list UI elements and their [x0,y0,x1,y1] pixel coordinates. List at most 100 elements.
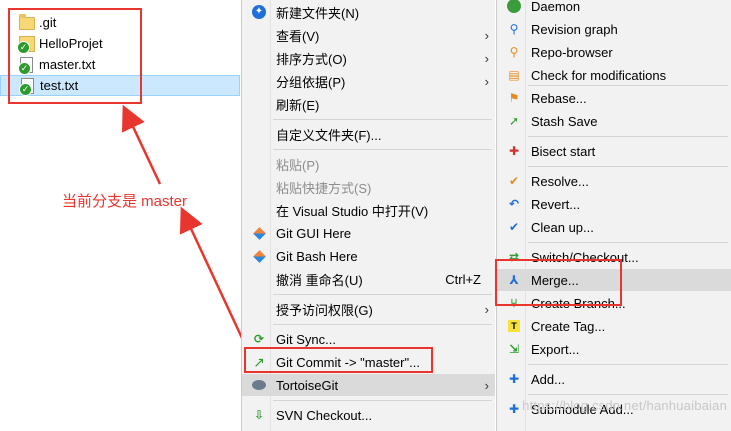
menu-label: Create Tag... [531,318,606,334]
menu-label: 新建文件夹(N) [276,5,360,21]
add-icon: ✚ [508,372,520,386]
menu-separator [273,324,492,325]
menu-label: Git GUI Here [276,225,352,241]
menu-label: Git Bash Here [276,248,358,264]
menu-shortcut: Ctrl+Z [445,271,481,287]
menu-separator [273,149,492,150]
submodule-icon: ✚ [508,402,520,416]
menu-label: 粘贴(P) [276,157,320,173]
menu-item-revision-graph[interactable]: ⚲ Revision graph [497,18,731,40]
git-icon [251,225,267,241]
menu-label: 粘贴快捷方式(S) [276,180,372,196]
menu-label: Clean up... [531,219,594,235]
chevron-right-icon: › [484,27,489,43]
menu-label: Rebase... [531,90,587,106]
menu-item-revert[interactable]: ↶ Revert... [497,193,731,215]
check-modifications-icon: ▤ [508,68,520,82]
chevron-right-icon: › [484,301,489,317]
sync-icon: ⟳ [253,332,265,346]
menu-item-grant-access[interactable]: 授予访问权限(G) › [242,298,495,320]
rebase-icon: ⚑ [508,91,520,105]
menu-item-refresh[interactable]: 刷新(E) [242,93,495,115]
menu-separator [273,119,492,120]
menu-label: Stash Save [531,113,598,129]
menu-label: Git Sync... [276,331,336,347]
stash-icon: ➚ [508,114,520,128]
tortoisegit-icon [251,377,267,393]
svn-checkout-icon: ⇩ [253,408,265,422]
menu-item-check-modifications[interactable]: ▤ Check for modifications [497,64,731,86]
menu-label: 查看(V) [276,28,320,44]
menu-item-git-gui[interactable]: Git GUI Here [242,222,495,244]
menu-item-clean-up[interactable]: ✔ Clean up... [497,216,731,238]
menu-label: 在 Visual Studio 中打开(V) [276,203,429,219]
menu-item-open-visual-studio[interactable]: 在 Visual Studio 中打开(V) [242,199,495,221]
menu-item-customize-folder[interactable]: 自定义文件夹(F)... [242,123,495,145]
menu-label: 授予访问权限(G) [276,302,373,318]
menu-item-git-bash[interactable]: Git Bash Here [242,245,495,267]
menu-label: Repo-browser [531,44,613,60]
git-icon [251,248,267,264]
menu-item-export[interactable]: ⇲ Export... [497,338,731,360]
menu-label: Resolve... [531,173,589,189]
menu-label: Daemon [531,0,581,14]
menu-label: 刷新(E) [276,97,320,113]
menu-item-bisect-start[interactable]: ✚ Bisect start [497,140,731,162]
watermark-text: https://blog.csdn.net/hanhuaibaian [522,398,727,413]
menu-label: 分组依据(P) [276,74,346,90]
menu-item-undo-rename[interactable]: 撤消 重命名(U) Ctrl+Z [242,268,495,290]
chevron-right-icon: › [484,50,489,66]
menu-label: 排序方式(O) [276,51,347,67]
menu-label: Bisect start [531,143,596,159]
menu-separator [528,166,728,167]
revert-icon: ↶ [508,197,520,211]
menu-item-stash-save[interactable]: ➚ Stash Save [497,110,731,132]
menu-label: Check for modifications [531,67,667,83]
menu-label: Export... [531,341,580,357]
menu-label: 自定义文件夹(F)... [276,127,382,143]
menu-item-paste: 粘贴(P) [242,153,495,175]
chevron-right-icon: › [484,73,489,89]
menu-separator [528,136,728,137]
menu-label: Revision graph [531,21,618,37]
menu-item-group[interactable]: 分组依据(P) › [242,70,495,92]
menu-separator [528,242,728,243]
repo-browser-icon: ⚲ [509,45,519,59]
menu-item-new-folder[interactable]: ✦ 新建文件夹(N) [242,1,495,23]
menu-item-tortoisegit[interactable]: TortoiseGit › [242,374,495,396]
cleanup-icon: ✔ [508,220,520,234]
menu-item-create-tag[interactable]: T Create Tag... [497,315,731,337]
menu-label: Revert... [531,196,581,212]
menu-label: TortoiseGit [276,377,339,393]
menu-label: SVN Checkout... [276,407,373,423]
menu-item-repo-browser[interactable]: ⚲ Repo-browser [497,41,731,63]
bisect-icon: ✚ [508,144,520,158]
tag-icon: T [506,318,522,334]
resolve-icon: ✔ [508,174,520,188]
files-highlight-box [8,8,142,104]
menu-item-paste-shortcut: 粘贴快捷方式(S) [242,176,495,198]
menu-label: Add... [531,371,565,387]
menu-separator [273,400,492,401]
annotation-text: 当前分支是 master [62,193,188,210]
menu-label: 撤消 重命名(U) [276,272,363,288]
menu-separator [528,85,728,86]
daemon-icon [506,0,522,14]
menu-item-view[interactable]: 查看(V) › [242,24,495,46]
tortoisegit-submenu: Daemon ⚲ Revision graph ⚲ Repo-browser ▤… [496,0,731,431]
menu-item-add[interactable]: ✚ Add... [497,368,731,390]
menu-item-rebase[interactable]: ⚑ Rebase... [497,87,731,109]
menu-separator [528,394,728,395]
new-folder-icon: ✦ [251,4,267,20]
menu-item-resolve[interactable]: ✔ Resolve... [497,170,731,192]
menu-item-daemon[interactable]: Daemon [497,0,731,17]
merge-highlight-box [495,259,622,306]
menu-item-sort[interactable]: 排序方式(O) › [242,47,495,69]
menu-separator [528,364,728,365]
chevron-right-icon: › [484,377,489,393]
commit-highlight-box [244,347,433,373]
revision-graph-icon: ⚲ [509,22,519,36]
export-icon: ⇲ [508,342,520,356]
menu-separator [273,294,492,295]
menu-item-svn-checkout[interactable]: ⇩ SVN Checkout... [242,404,495,426]
